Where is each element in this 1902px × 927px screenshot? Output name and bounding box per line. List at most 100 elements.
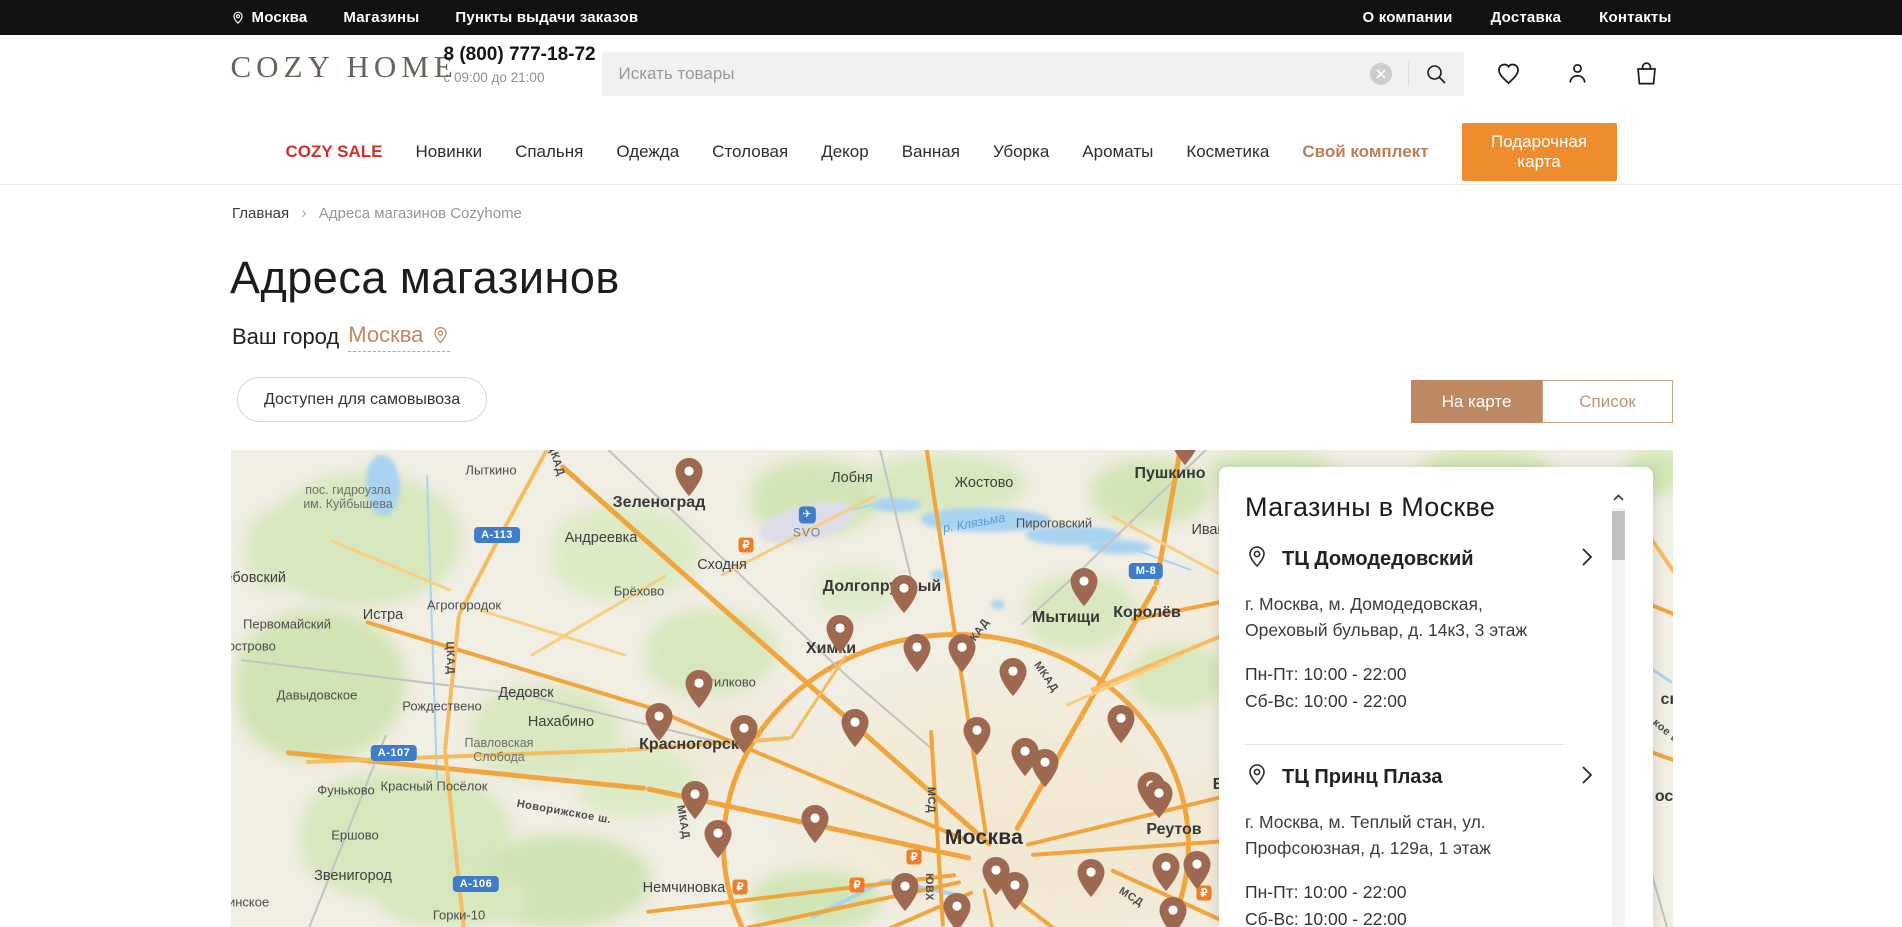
map-label: ск bbox=[1661, 691, 1673, 709]
top-bar: Москва Магазины Пункты выдачи заказов О ко… bbox=[0, 0, 1902, 35]
map-pin[interactable] bbox=[1000, 658, 1027, 701]
store-list-panel: Магазины в Москве ТЦ Домодедовский г. Мос… bbox=[1219, 467, 1653, 927]
store-address: г. Москва, м. Теплый стан, ул. Профсоюзн… bbox=[1245, 809, 1563, 861]
gift-card-button[interactable]: Подарочная карта bbox=[1462, 123, 1617, 181]
map-pin[interactable] bbox=[1160, 897, 1187, 927]
topbar-link[interactable]: О компании bbox=[1362, 9, 1452, 26]
search-input[interactable] bbox=[602, 64, 1370, 84]
nav-item-спальня[interactable]: Спальня bbox=[515, 142, 583, 162]
panel-title: Магазины в Москве bbox=[1245, 492, 1495, 523]
topbar-link[interactable]: Контакты bbox=[1599, 9, 1671, 26]
nav-item-столовая[interactable]: Столовая bbox=[712, 142, 788, 162]
map-label: ринское bbox=[231, 895, 269, 910]
map-label: Первомайский bbox=[243, 617, 331, 632]
road-badge: М-8 bbox=[1129, 563, 1163, 579]
map-pin[interactable] bbox=[1078, 859, 1105, 902]
scrollbar-track[interactable] bbox=[1612, 508, 1625, 927]
map-pin[interactable] bbox=[949, 634, 976, 677]
breadcrumb-current: Адреса магазинов Cozyhome bbox=[319, 205, 522, 222]
favorites-heart-icon[interactable] bbox=[1495, 60, 1522, 87]
nav-item-новинки[interactable]: Новинки bbox=[415, 142, 482, 162]
nav-item-декор[interactable]: Декор bbox=[821, 142, 869, 162]
store-header[interactable]: ТЦ Домодедовский bbox=[1245, 545, 1593, 574]
airport-svo: ✈SVO bbox=[793, 507, 821, 540]
road-badge: А-107 bbox=[371, 745, 417, 761]
map-pin[interactable] bbox=[1108, 705, 1135, 748]
map-label: Королёв bbox=[1113, 604, 1181, 622]
map-pin[interactable] bbox=[731, 715, 758, 758]
city-pin-icon bbox=[431, 326, 450, 345]
location-pin-icon bbox=[231, 10, 245, 26]
chevron-right-icon[interactable] bbox=[1581, 547, 1593, 572]
map-label: Лыткино bbox=[465, 463, 516, 478]
nav-item-ванная[interactable]: Ванная bbox=[902, 142, 960, 162]
map-pin[interactable] bbox=[1071, 568, 1098, 611]
chevron-right-icon[interactable] bbox=[1581, 765, 1593, 790]
map-pin[interactable] bbox=[802, 805, 829, 848]
map-pin[interactable] bbox=[1146, 780, 1173, 823]
phone-number[interactable]: 8 (800) 777-18-72 bbox=[444, 44, 596, 66]
nav-item-уборка[interactable]: Уборка bbox=[993, 142, 1049, 162]
map-pin[interactable] bbox=[842, 709, 869, 752]
map-label: Мытищи bbox=[1032, 609, 1100, 627]
toll-road-icon: ₽ bbox=[907, 850, 922, 865]
map-label: Кострово bbox=[231, 639, 276, 654]
map-label: Дедовск bbox=[498, 685, 553, 701]
map-pin[interactable] bbox=[686, 670, 713, 713]
map-pin[interactable] bbox=[705, 820, 732, 863]
page-title: Адреса магазинов bbox=[230, 252, 620, 304]
store-item: ТЦ Принц Плаза г. Москва, м. Теплый стан,… bbox=[1245, 763, 1593, 927]
map-pin[interactable] bbox=[1184, 851, 1211, 894]
map-label: Звенигород bbox=[314, 868, 392, 884]
toll-road-icon: ₽ bbox=[733, 880, 748, 895]
map-pin[interactable] bbox=[676, 458, 703, 501]
road-badge: А-106 bbox=[453, 876, 499, 892]
toggle-map-button[interactable]: На карте bbox=[1411, 380, 1542, 423]
map-pin[interactable] bbox=[892, 873, 919, 916]
cart-bag-icon[interactable] bbox=[1633, 60, 1660, 87]
nav-item-cozy-sale[interactable]: COZY SALE bbox=[286, 142, 383, 162]
breadcrumb-separator-icon: › bbox=[301, 203, 307, 223]
topbar-link[interactable]: Москва bbox=[231, 9, 308, 26]
store-header[interactable]: ТЦ Принц Плаза bbox=[1245, 763, 1593, 792]
map-label: Долгопрудный bbox=[823, 578, 941, 596]
scrollbar-up-icon[interactable] bbox=[1612, 489, 1625, 505]
logo[interactable]: COZY HOME bbox=[231, 49, 458, 85]
map-pin[interactable] bbox=[682, 781, 709, 824]
topbar-link[interactable]: Пункты выдачи заказов bbox=[455, 9, 638, 26]
topbar-right-links: О компании Доставка Контакты bbox=[1362, 9, 1671, 26]
account-user-icon[interactable] bbox=[1564, 60, 1591, 87]
map-pin[interactable] bbox=[1002, 872, 1029, 915]
map-label: Нахабино bbox=[528, 714, 594, 730]
map-pin[interactable] bbox=[964, 717, 991, 760]
map-pin[interactable] bbox=[891, 575, 918, 618]
city-selector[interactable]: Москва bbox=[348, 322, 450, 352]
topbar-link[interactable]: Магазины bbox=[343, 9, 419, 26]
map-label: Агрогородок bbox=[427, 598, 501, 613]
map-pin[interactable] bbox=[646, 703, 673, 746]
pickup-filter-chip[interactable]: Доступен для самовывоза bbox=[237, 377, 487, 422]
breadcrumb-home[interactable]: Главная bbox=[232, 205, 289, 222]
toggle-list-button[interactable]: Список bbox=[1542, 380, 1673, 423]
search-clear-icon[interactable] bbox=[1370, 63, 1392, 85]
nav-item-косметика[interactable]: Косметика bbox=[1186, 142, 1269, 162]
search-icon[interactable] bbox=[1425, 63, 1447, 85]
breadcrumb: Главная › Адреса магазинов Cozyhome bbox=[232, 203, 522, 223]
map-pin[interactable] bbox=[904, 634, 931, 677]
map-pin[interactable] bbox=[944, 893, 971, 927]
map-pin[interactable] bbox=[827, 615, 854, 658]
topbar-link[interactable]: Доставка bbox=[1491, 9, 1562, 26]
map-pin[interactable] bbox=[1032, 749, 1059, 792]
store-pin-icon bbox=[1245, 545, 1269, 574]
your-city-label: Ваш город bbox=[232, 324, 339, 350]
nav-item-свой-комплект[interactable]: Свой комплект bbox=[1302, 142, 1428, 162]
map-pin[interactable] bbox=[1172, 450, 1199, 470]
nav-item-одежда[interactable]: Одежда bbox=[616, 142, 679, 162]
map-label: лебовский bbox=[231, 570, 286, 586]
search-bar bbox=[602, 52, 1464, 96]
scrollbar-thumb[interactable] bbox=[1612, 511, 1625, 560]
nav-item-ароматы[interactable]: Ароматы bbox=[1082, 142, 1153, 162]
map-pin[interactable] bbox=[1153, 853, 1180, 896]
map-road bbox=[481, 609, 627, 657]
map-label: Истра bbox=[363, 607, 403, 623]
